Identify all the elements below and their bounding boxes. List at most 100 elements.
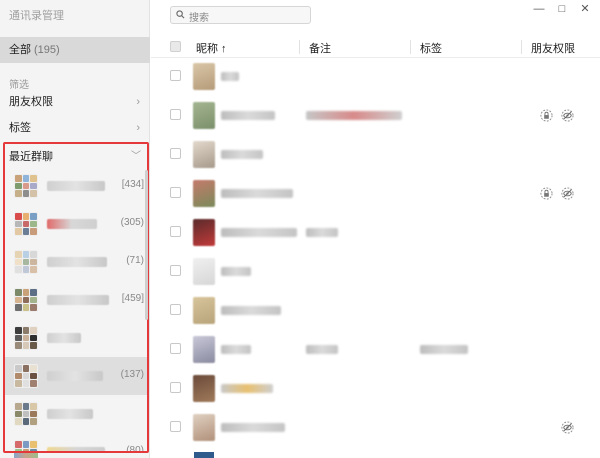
- group-name-blurred: [47, 447, 105, 451]
- table-row[interactable]: [151, 369, 600, 408]
- sidebar-item-all[interactable]: 全部 (195): [0, 37, 150, 63]
- row-checkbox[interactable]: [170, 70, 181, 81]
- group-name-blurred: [47, 219, 97, 229]
- group-item[interactable]: [5, 319, 147, 357]
- group-count: [459]: [121, 293, 144, 304]
- avatar: [193, 219, 215, 246]
- nickname-blurred: [221, 228, 297, 237]
- filter-section-label: 筛选: [9, 80, 29, 91]
- sidebar: 通讯录管理 全部 (195) 筛选 朋友权限 › 标签 › 最近群聊 ﹀ [434…: [0, 0, 150, 458]
- nickname-blurred: [221, 345, 251, 354]
- group-item[interactable]: [459]: [5, 281, 147, 319]
- table-row[interactable]: [151, 135, 600, 174]
- nickname-blurred: [221, 423, 285, 432]
- table-row[interactable]: [151, 57, 600, 96]
- eye-hidden-icon[interactable]: [561, 109, 574, 122]
- tag-blurred: [420, 345, 468, 354]
- chevron-right-icon: ›: [136, 96, 140, 108]
- all-count: (195): [34, 44, 60, 56]
- nickname-blurred: [221, 267, 251, 276]
- table-header: 昵称 ↑ 备注 标签 朋友权限: [151, 36, 600, 58]
- group-name-blurred: [47, 295, 109, 305]
- avatar: [193, 180, 215, 207]
- group-avatar: [14, 174, 38, 198]
- group-count: [434]: [121, 179, 144, 190]
- group-count: (80): [126, 445, 144, 453]
- select-all-checkbox[interactable]: [170, 41, 181, 52]
- eye-hidden-icon[interactable]: [561, 187, 574, 200]
- group-item[interactable]: (305): [5, 205, 147, 243]
- nickname-blurred: [221, 111, 275, 120]
- group-item[interactable]: [434]: [5, 167, 147, 205]
- group-count: (71): [126, 255, 144, 266]
- row-checkbox[interactable]: [170, 421, 181, 432]
- group-avatar: [14, 250, 38, 274]
- sidebar-item-friend-permission[interactable]: 朋友权限 ›: [0, 90, 150, 114]
- group-avatar: [14, 364, 38, 388]
- lock-icon[interactable]: [540, 187, 553, 200]
- group-item[interactable]: (71): [5, 243, 147, 281]
- sidebar-item-label: 标签: [9, 122, 31, 134]
- group-count: (137): [120, 369, 144, 380]
- group-name-blurred: [47, 371, 103, 381]
- group-name-blurred: [47, 181, 105, 191]
- sidebar-item-tags[interactable]: 标签 ›: [0, 116, 150, 140]
- row-checkbox[interactable]: [170, 382, 181, 393]
- remark-blurred: [306, 345, 338, 354]
- recent-groups-header[interactable]: 最近群聊: [9, 148, 53, 164]
- row-checkbox[interactable]: [170, 343, 181, 354]
- table-row[interactable]: [151, 174, 600, 213]
- nickname-blurred: [221, 150, 263, 159]
- row-checkbox[interactable]: [170, 265, 181, 276]
- group-item[interactable]: (137): [5, 357, 147, 395]
- remark-blurred: [306, 111, 402, 120]
- avatar: [193, 63, 215, 90]
- chevron-right-icon: ›: [136, 122, 140, 134]
- search-icon: [176, 10, 185, 19]
- app-title: 通讯录管理: [9, 10, 64, 22]
- row-checkbox[interactable]: [170, 304, 181, 315]
- search-input[interactable]: 搜索: [170, 6, 311, 24]
- avatar: [193, 102, 215, 129]
- row-checkbox[interactable]: [170, 109, 181, 120]
- avatar: [193, 414, 215, 441]
- column-remark[interactable]: 备注: [309, 40, 331, 56]
- eye-hidden-icon[interactable]: [561, 421, 574, 434]
- group-item[interactable]: [5, 395, 147, 433]
- close-button[interactable]: ✕: [579, 3, 591, 15]
- minimize-button[interactable]: —: [533, 3, 545, 15]
- table-row[interactable]: [151, 291, 600, 330]
- recent-groups-highlight: 最近群聊 ﹀ [434] (305) (71) [459] (137) (80): [3, 142, 149, 453]
- avatar: [193, 297, 215, 324]
- table-row[interactable]: [151, 96, 600, 135]
- column-divider[interactable]: [410, 40, 411, 54]
- group-name-blurred: [47, 257, 107, 267]
- avatar: [193, 336, 215, 363]
- group-name-blurred: [47, 409, 93, 419]
- column-tag[interactable]: 标签: [420, 40, 442, 56]
- row-checkbox[interactable]: [170, 148, 181, 159]
- group-count: (305): [120, 217, 144, 228]
- sidebar-item-label: 全部: [9, 44, 31, 56]
- table-row[interactable]: [151, 408, 600, 447]
- column-friend-permission[interactable]: 朋友权限: [531, 40, 575, 56]
- column-divider[interactable]: [521, 40, 522, 54]
- group-avatar: [14, 453, 38, 458]
- table-row[interactable]: [151, 213, 600, 252]
- row-checkbox[interactable]: [170, 187, 181, 198]
- sidebar-scrollbar[interactable]: [145, 170, 148, 320]
- row-checkbox[interactable]: [170, 226, 181, 237]
- column-nickname[interactable]: 昵称 ↑: [196, 40, 227, 56]
- lock-icon[interactable]: [540, 109, 553, 122]
- maximize-button[interactable]: □: [556, 3, 568, 15]
- table-row[interactable]: [151, 252, 600, 291]
- column-divider[interactable]: [299, 40, 300, 54]
- group-avatar: [14, 326, 38, 350]
- group-item[interactable]: (80): [5, 433, 147, 453]
- sidebar-item-label: 朋友权限: [9, 96, 53, 108]
- chevron-down-icon[interactable]: ﹀: [131, 147, 141, 162]
- remark-blurred: [306, 228, 338, 237]
- group-avatar: [14, 440, 38, 451]
- nickname-blurred: [221, 306, 281, 315]
- table-row[interactable]: [151, 330, 600, 369]
